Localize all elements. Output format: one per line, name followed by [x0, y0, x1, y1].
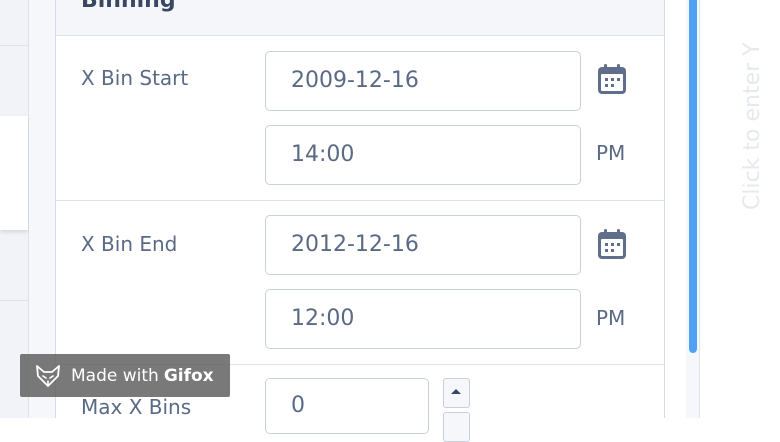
- watermark-brand: Gifox: [163, 365, 214, 386]
- x-bin-start-time-input[interactable]: 14:00: [265, 125, 581, 185]
- watermark-prefix: Made with: [71, 365, 159, 386]
- x-bin-start-ampm[interactable]: PM: [596, 141, 625, 165]
- background-row: [0, 116, 28, 230]
- stepper-up-button[interactable]: [443, 378, 470, 408]
- x-bin-end-date-input[interactable]: 2012-12-16: [265, 215, 581, 275]
- y-axis-input-placeholder[interactable]: Click to enter Y: [740, 42, 765, 210]
- max-x-bins-input[interactable]: 0: [265, 378, 429, 434]
- panel-header: Binning: [56, 0, 664, 36]
- panel-title: Binning: [81, 0, 176, 13]
- x-bin-start-label: X Bin Start: [81, 66, 189, 90]
- x-bin-end-ampm[interactable]: PM: [596, 306, 625, 330]
- max-x-bins-label: Max X Bins: [81, 395, 192, 419]
- x-bin-start-date-input[interactable]: 2009-12-16: [265, 51, 581, 111]
- chevron-up-icon: [451, 389, 461, 394]
- scrollbar-thumb[interactable]: [689, 0, 697, 353]
- calendar-icon[interactable]: [597, 63, 627, 95]
- fox-icon: [36, 364, 60, 387]
- row-divider: [0, 45, 28, 46]
- x-bin-end-time-input[interactable]: 12:00: [265, 289, 581, 349]
- gifox-watermark: Made with Gifox: [20, 354, 230, 397]
- calendar-icon[interactable]: [597, 228, 627, 260]
- x-bin-end-label: X Bin End: [81, 232, 178, 256]
- row-divider: [0, 300, 28, 301]
- stepper-down-button[interactable]: [443, 412, 470, 442]
- section-divider: [56, 200, 664, 201]
